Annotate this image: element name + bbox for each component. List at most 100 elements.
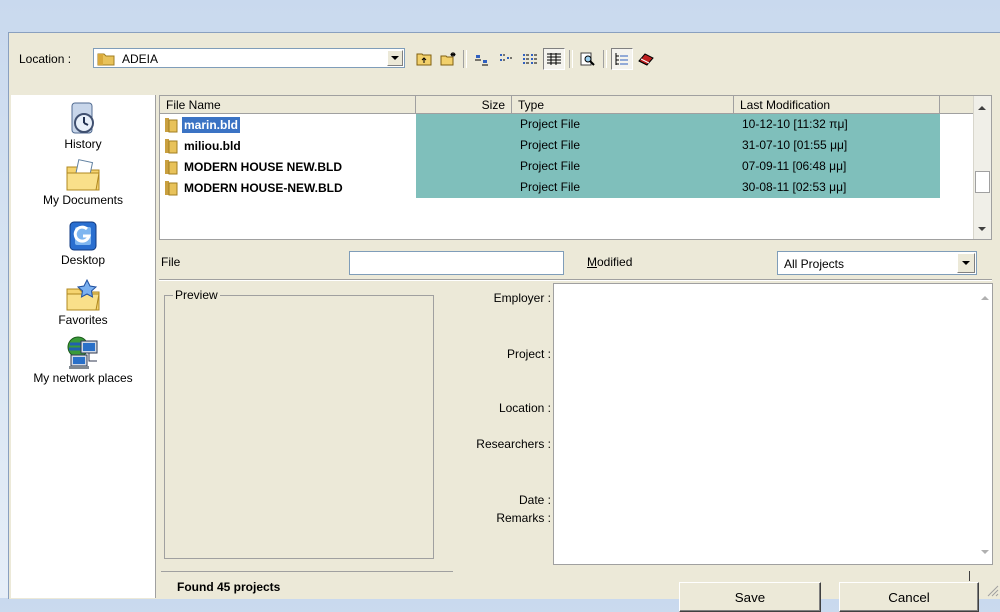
project-label: Project : bbox=[506, 347, 551, 361]
resize-grip-icon[interactable] bbox=[985, 583, 999, 597]
modified-dropdown-button[interactable] bbox=[957, 253, 975, 273]
file-name-cell: marin.bld bbox=[160, 114, 416, 135]
file-modified: 10-12-10 [11:32 πμ] bbox=[734, 114, 940, 135]
magnifier-icon bbox=[580, 52, 595, 66]
file-modified: 30-08-11 [02:53 μμ] bbox=[734, 177, 940, 198]
large-icons-icon bbox=[475, 55, 488, 66]
file-rows: marin.bld Project File 10-12-10 [11:32 π… bbox=[160, 114, 975, 198]
table-row[interactable]: miliou.bld Project File 31-07-10 [01:55 … bbox=[160, 135, 975, 156]
sidebar-item-label: Desktop bbox=[60, 253, 106, 267]
file-size bbox=[416, 177, 512, 198]
preview-panel bbox=[164, 295, 434, 559]
remarks-label: Remarks : bbox=[496, 511, 551, 525]
table-row[interactable]: marin.bld Project File 10-12-10 [11:32 π… bbox=[160, 114, 975, 135]
history-icon bbox=[71, 102, 94, 134]
network-places-icon bbox=[67, 336, 98, 369]
file-list-scrollbar[interactable] bbox=[973, 96, 991, 239]
sidebar-item-label: History bbox=[64, 137, 102, 151]
preview-title: Preview bbox=[173, 288, 220, 302]
file-dialog: Location : ADEIA History My Documents De… bbox=[8, 32, 1000, 612]
tree-view-icon bbox=[615, 53, 628, 65]
researchers-label: Researchers : bbox=[476, 437, 551, 451]
new-folder-icon bbox=[440, 52, 456, 66]
project-info-box[interactable] bbox=[553, 283, 993, 565]
file-name: miliou.bld bbox=[184, 138, 241, 153]
disk-button[interactable] bbox=[635, 48, 657, 70]
cancel-button[interactable]: Cancel bbox=[839, 582, 979, 612]
scroll-up-icon[interactable] bbox=[981, 296, 989, 300]
file-type: Project File bbox=[512, 135, 734, 156]
folder-icon bbox=[165, 138, 178, 153]
table-row[interactable]: MODERN HOUSE NEW.BLD Project File 07-09-… bbox=[160, 156, 975, 177]
large-icons-button[interactable] bbox=[471, 48, 493, 70]
desktop-icon bbox=[69, 221, 97, 251]
toolbar-separator bbox=[463, 50, 467, 68]
modified-filter-label: Modified bbox=[587, 255, 633, 269]
file-name: marin.bld bbox=[182, 116, 241, 133]
chevron-down-icon bbox=[391, 56, 399, 60]
file-type: Project File bbox=[512, 114, 734, 135]
location-info-label: Location : bbox=[498, 401, 551, 415]
new-folder-button[interactable] bbox=[437, 48, 459, 70]
sidebar-item-label: My network places bbox=[33, 371, 133, 385]
list-view-button[interactable] bbox=[519, 48, 541, 70]
file-name-cell: MODERN HOUSE NEW.BLD bbox=[160, 156, 416, 177]
file-modified: 31-07-10 [01:55 μμ] bbox=[734, 135, 940, 156]
sidebar-item-favorites[interactable]: Favorites bbox=[11, 279, 155, 327]
file-size bbox=[416, 135, 512, 156]
location-combo[interactable]: ADEIA bbox=[93, 48, 405, 68]
folder-icon bbox=[165, 159, 178, 174]
modified-filter-value: All Projects bbox=[784, 257, 845, 271]
places-sidebar: History My Documents Desktop Favorites M… bbox=[11, 95, 156, 598]
tree-view-button[interactable] bbox=[611, 48, 633, 70]
up-folder-icon bbox=[416, 53, 432, 66]
location-dropdown-button[interactable] bbox=[387, 50, 403, 66]
location-bar: Location : ADEIA bbox=[9, 45, 1000, 75]
modified-filter-select[interactable]: All Projects bbox=[777, 251, 977, 275]
file-filter-input[interactable] bbox=[349, 251, 564, 275]
file-name-cell: MODERN HOUSE-NEW.BLD bbox=[160, 177, 416, 198]
file-type: Project File bbox=[512, 156, 734, 177]
folder-icon bbox=[165, 180, 178, 195]
sidebar-item-my-documents[interactable]: My Documents bbox=[11, 159, 155, 207]
file-filter-label: File bbox=[161, 255, 181, 269]
scroll-down-icon[interactable] bbox=[978, 227, 986, 231]
list-view-icon bbox=[523, 54, 537, 64]
save-button[interactable]: Save bbox=[679, 582, 821, 612]
sidebar-item-network[interactable]: My network places bbox=[11, 335, 155, 385]
column-header-modified[interactable]: Last Modification bbox=[734, 96, 940, 114]
sidebar-item-label: My Documents bbox=[42, 193, 124, 207]
location-value: ADEIA bbox=[122, 52, 159, 66]
scroll-down-icon[interactable] bbox=[981, 550, 989, 554]
sidebar-item-desktop[interactable]: Desktop bbox=[11, 219, 155, 267]
file-list-header: File Name Size Type Last Modification bbox=[160, 96, 975, 114]
eraser-icon bbox=[638, 53, 654, 66]
chevron-down-icon bbox=[962, 261, 970, 265]
small-icons-icon bbox=[500, 54, 512, 61]
my-documents-icon bbox=[66, 159, 100, 191]
location-label: Location : bbox=[19, 52, 72, 66]
file-list: File Name Size Type Last Modification ma… bbox=[159, 95, 992, 240]
column-header-size[interactable]: Size bbox=[416, 96, 512, 114]
column-header-name[interactable]: File Name bbox=[160, 96, 416, 114]
scroll-up-icon[interactable] bbox=[978, 106, 986, 110]
small-icons-button[interactable] bbox=[495, 48, 517, 70]
status-text: Found 45 projects bbox=[161, 571, 453, 601]
folder-icon bbox=[165, 117, 178, 132]
table-row[interactable]: MODERN HOUSE-NEW.BLD Project File 30-08-… bbox=[160, 177, 975, 198]
file-name: MODERN HOUSE NEW.BLD bbox=[184, 159, 343, 174]
file-modified: 07-09-11 [06:48 μμ] bbox=[734, 156, 940, 177]
toolbar-separator bbox=[569, 50, 573, 68]
file-size bbox=[416, 114, 512, 135]
preview-button[interactable] bbox=[577, 48, 599, 70]
file-size bbox=[416, 156, 512, 177]
sidebar-item-history[interactable]: History bbox=[11, 101, 155, 151]
date-label: Date : bbox=[518, 493, 551, 507]
file-type: Project File bbox=[512, 177, 734, 198]
scroll-thumb[interactable] bbox=[975, 171, 990, 193]
details-view-button[interactable] bbox=[543, 48, 565, 70]
column-header-extra bbox=[940, 96, 975, 114]
toolbar bbox=[413, 48, 659, 70]
up-folder-button[interactable] bbox=[413, 48, 435, 70]
column-header-type[interactable]: Type bbox=[512, 96, 734, 114]
